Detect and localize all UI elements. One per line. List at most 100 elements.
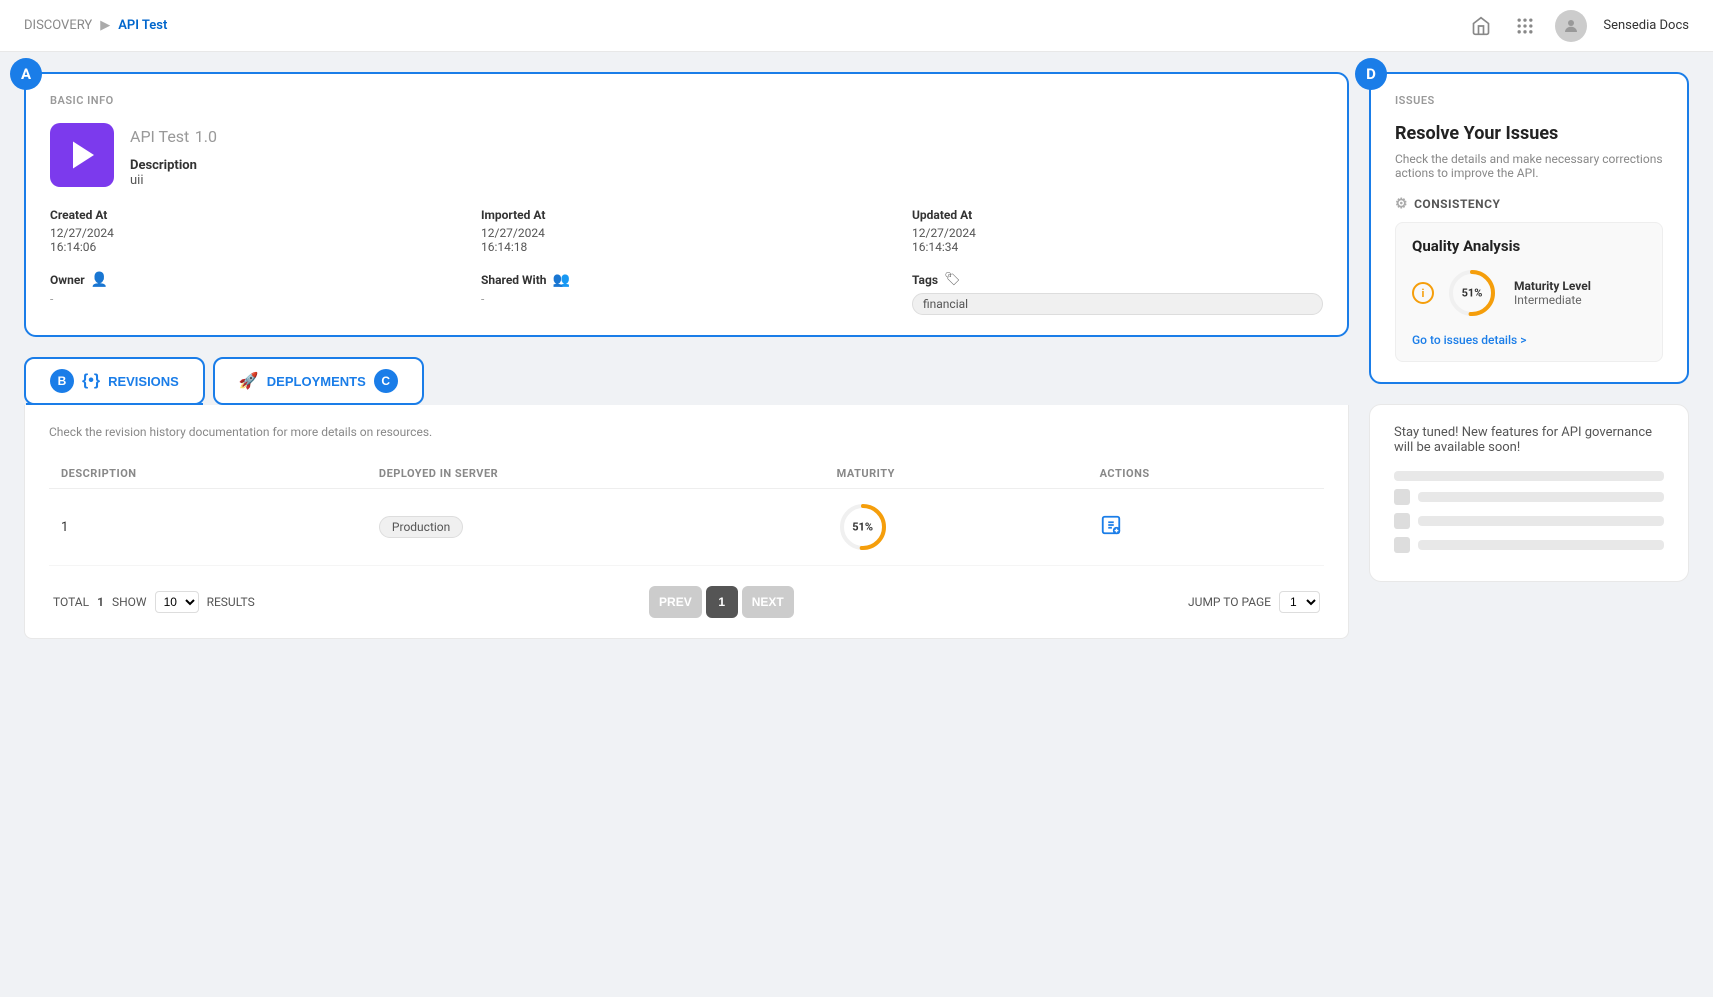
tab-description: Check the revision history documentation… [49,425,1324,439]
tag-badge-financial: financial [912,293,1323,315]
skeleton-check-1 [1394,489,1410,505]
show-select[interactable]: 10 25 50 [155,591,199,613]
jump-label: JUMP TO PAGE [1188,595,1271,609]
breadcrumb-base: DISCOVERY [24,18,92,33]
skeleton-check-row-1 [1394,489,1664,505]
owner-label: Owner [50,273,85,287]
pagination-buttons: PREV 1 NEXT [649,586,794,618]
tab-revisions-label: REVISIONS [108,374,179,389]
docs-link[interactable]: Sensedia Docs [1603,18,1689,33]
skeleton-check-row-3 [1394,537,1664,553]
badge-c: C [374,369,398,393]
info-grid: Created At 12/27/2024 16:14:06 Imported … [50,208,1323,254]
owner-grid: Owner 👤 - Shared With 👥 - Tags 🏷 [50,272,1323,315]
breadcrumb-current: API Test [118,18,167,33]
skeleton-line-1 [1394,471,1664,481]
skeleton-bar-1 [1418,492,1664,502]
imported-at-time: 16:14:18 [481,240,892,254]
breadcrumb: DISCOVERY ▶ API Test [24,18,167,33]
api-icon-box [50,123,114,187]
badge-a: A [10,58,42,90]
basic-info-card: A BASIC INFO API Test 1.0 Description ui… [24,72,1349,337]
breadcrumb-separator: ▶ [100,18,110,33]
production-badge: Production [379,516,463,538]
view-action-button[interactable] [1100,514,1122,541]
tabs-section: B {•} REVISIONS 🚀 DEPLOYMENTS C Check th… [24,357,1349,639]
home-icon[interactable] [1467,12,1495,40]
right-panel: D ISSUES Resolve Your Issues Check the d… [1369,72,1689,639]
show-label: SHOW [112,595,147,609]
jump-select[interactable]: 1 [1279,591,1320,613]
quality-percent-label: 51% [1462,287,1483,300]
tab-revisions[interactable]: B {•} REVISIONS [24,357,205,405]
skeleton-check-row-2 [1394,513,1664,529]
owner-value: - [50,292,461,306]
prev-button[interactable]: PREV [649,586,702,618]
quality-analysis-title: Quality Analysis [1412,237,1646,255]
created-at-time: 16:14:06 [50,240,461,254]
results-label: RESULTS [207,595,255,609]
stay-tuned-card: Stay tuned! New features for API governa… [1369,404,1689,582]
left-panel: A BASIC INFO API Test 1.0 Description ui… [24,72,1349,639]
api-title: API Test 1.0 [130,123,217,148]
shared-with-label: Shared With [481,273,547,287]
page-1-button[interactable]: 1 [706,586,738,618]
imported-at-label: Imported At [481,208,892,222]
issues-section-label: ISSUES [1395,94,1663,107]
tab-content: Check the revision history documentation… [24,405,1349,639]
updated-at-label: Updated At [912,208,1323,222]
imported-at-date: 12/27/2024 [481,226,892,240]
consistency-icon: ⚙ [1395,196,1408,212]
main-content: A BASIC INFO API Test 1.0 Description ui… [0,52,1713,659]
shared-with-value: - [481,292,892,306]
description-value: uii [130,173,217,188]
grid-icon[interactable] [1511,12,1539,40]
col-deployed-in-server: DEPLOYED IN SERVER [367,459,825,489]
revisions-table: DESCRIPTION DEPLOYED IN SERVER MATURITY … [49,459,1324,566]
issues-details-link[interactable]: Go to issues details > [1412,333,1646,347]
maturity-level-value: Intermediate [1514,293,1591,307]
nav-right: Sensedia Docs [1467,10,1689,42]
row-actions[interactable] [1088,489,1324,566]
col-description: DESCRIPTION [49,459,367,489]
row-maturity: 51% [825,489,1088,566]
owner-field: Owner 👤 - [50,272,461,306]
basic-info-label: BASIC INFO [50,94,1323,107]
row-server: Production [367,489,825,566]
pagination-row: TOTAL 1 SHOW 10 25 50 RESULTS PREV 1 N [49,586,1324,618]
next-button[interactable]: NEXT [742,586,794,618]
api-header: API Test 1.0 Description uii [50,123,1323,188]
pagination-right: JUMP TO PAGE 1 [1188,591,1320,613]
quality-analysis-card: Quality Analysis i 51% Maturity Level In… [1395,222,1663,362]
row-description: 1 [49,489,367,566]
maturity-block: Maturity Level Intermediate [1514,279,1591,307]
imported-at-field: Imported At 12/27/2024 16:14:18 [481,208,892,254]
stay-tuned-text: Stay tuned! New features for API governa… [1394,425,1664,455]
row-circular-progress: 51% [837,501,889,553]
shared-with-field: Shared With 👥 - [481,272,892,306]
created-at-field: Created At 12/27/2024 16:14:06 [50,208,461,254]
col-maturity: MATURITY [825,459,1088,489]
table-row: 1 Production 51% [49,489,1324,566]
badge-d: D [1355,58,1387,90]
description-label: Description [130,158,217,173]
tab-deployments[interactable]: 🚀 DEPLOYMENTS C [213,357,424,405]
total-label: TOTAL [53,595,89,609]
row-percent-label: 51% [852,521,873,534]
top-nav: DISCOVERY ▶ API Test Sensedia Docs [0,0,1713,52]
quality-analysis-row: i 51% Maturity Level Intermediate [1412,267,1646,319]
issues-card: D ISSUES Resolve Your Issues Check the d… [1369,72,1689,384]
created-at-date: 12/27/2024 [50,226,461,240]
updated-at-date: 12/27/2024 [912,226,1323,240]
consistency-label: ⚙ CONSISTENCY [1395,196,1663,212]
total-value: 1 [97,595,104,609]
col-actions: ACTIONS [1088,459,1324,489]
issues-description: Check the details and make necessary cor… [1395,152,1663,180]
tab-deployments-label: DEPLOYMENTS [267,374,366,389]
skeleton-check-3 [1394,537,1410,553]
tab-revisions-icon: {•} [82,372,100,390]
badge-b: B [50,369,74,393]
updated-at-field: Updated At 12/27/2024 16:14:34 [912,208,1323,254]
tag-icon: 🏷 [944,272,961,287]
avatar[interactable] [1555,10,1587,42]
